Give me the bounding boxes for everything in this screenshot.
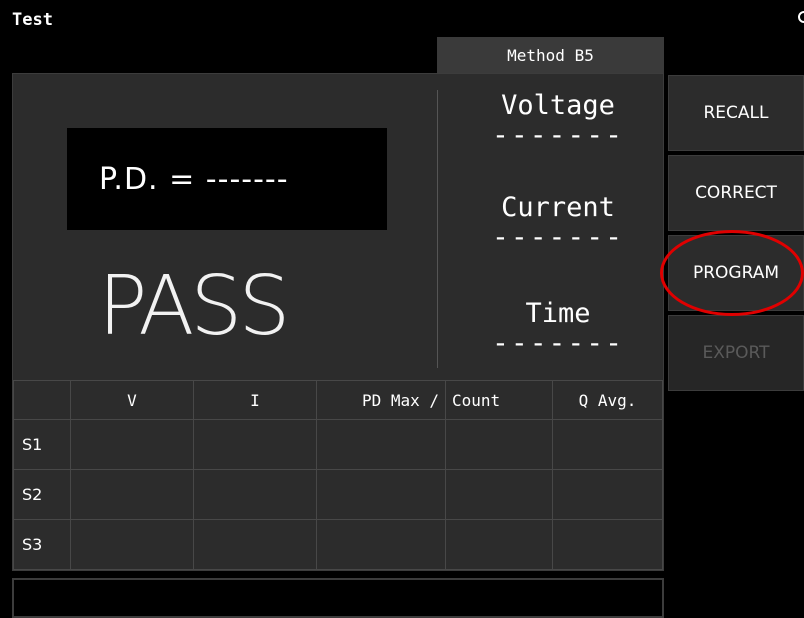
table-cell bbox=[70, 469, 194, 520]
status-bar bbox=[12, 578, 664, 618]
result-status: PASS bbox=[98, 259, 290, 354]
window-title: Test bbox=[12, 10, 53, 30]
table-row: S3 bbox=[13, 519, 663, 570]
globe-icon bbox=[798, 11, 804, 23]
program-button[interactable]: PROGRAM bbox=[668, 235, 804, 311]
table-cell bbox=[552, 519, 663, 570]
time-readout: Time ------- bbox=[453, 298, 663, 357]
tab-method[interactable]: Method B5 bbox=[437, 37, 664, 73]
row-label: S2 bbox=[13, 469, 71, 520]
current-value: ------- bbox=[491, 220, 624, 253]
pd-display: P.D. = ------- bbox=[67, 128, 387, 230]
time-value: ------- bbox=[491, 326, 624, 359]
table-cell bbox=[70, 519, 194, 570]
correct-button[interactable]: CORRECT bbox=[668, 155, 804, 231]
table-cell bbox=[316, 419, 446, 470]
table-cell bbox=[552, 419, 663, 470]
current-label: Current bbox=[501, 192, 615, 223]
table-header bbox=[13, 380, 71, 420]
table-header: I bbox=[193, 380, 317, 420]
table-row: S2 bbox=[13, 469, 663, 520]
table-header: PD Max / bbox=[316, 380, 446, 420]
row-label: S3 bbox=[13, 519, 71, 570]
recall-button[interactable]: RECALL bbox=[668, 75, 804, 151]
table-header: V bbox=[70, 380, 194, 420]
voltage-readout: Voltage ------- bbox=[453, 90, 663, 149]
table-cell bbox=[193, 469, 317, 520]
pd-text: P.D. = ------- bbox=[99, 161, 289, 197]
table-cell bbox=[193, 519, 317, 570]
table-row: S1 bbox=[13, 419, 663, 470]
table-cell bbox=[193, 419, 317, 470]
voltage-value: ------- bbox=[491, 118, 624, 151]
voltage-label: Voltage bbox=[501, 90, 615, 121]
table-cell bbox=[70, 419, 194, 470]
export-button: EXPORT bbox=[668, 315, 804, 391]
row-label: S1 bbox=[13, 419, 71, 470]
current-readout: Current ------- bbox=[453, 192, 663, 251]
table-cell bbox=[445, 469, 553, 520]
table-header: Q Avg. bbox=[552, 380, 663, 420]
results-table: V I PD Max / Count Q Avg. S1 S2 S3 bbox=[13, 380, 663, 570]
table-cell bbox=[316, 519, 446, 570]
table-header: Count bbox=[445, 380, 553, 420]
divider bbox=[437, 90, 438, 368]
test-panel: P.D. = ------- PASS Voltage ------- Curr… bbox=[12, 73, 664, 571]
table-cell bbox=[316, 469, 446, 520]
table-cell bbox=[445, 419, 553, 470]
table-header-row: V I PD Max / Count Q Avg. bbox=[13, 380, 663, 420]
table-cell bbox=[445, 519, 553, 570]
time-label: Time bbox=[525, 298, 591, 329]
table-cell bbox=[552, 469, 663, 520]
